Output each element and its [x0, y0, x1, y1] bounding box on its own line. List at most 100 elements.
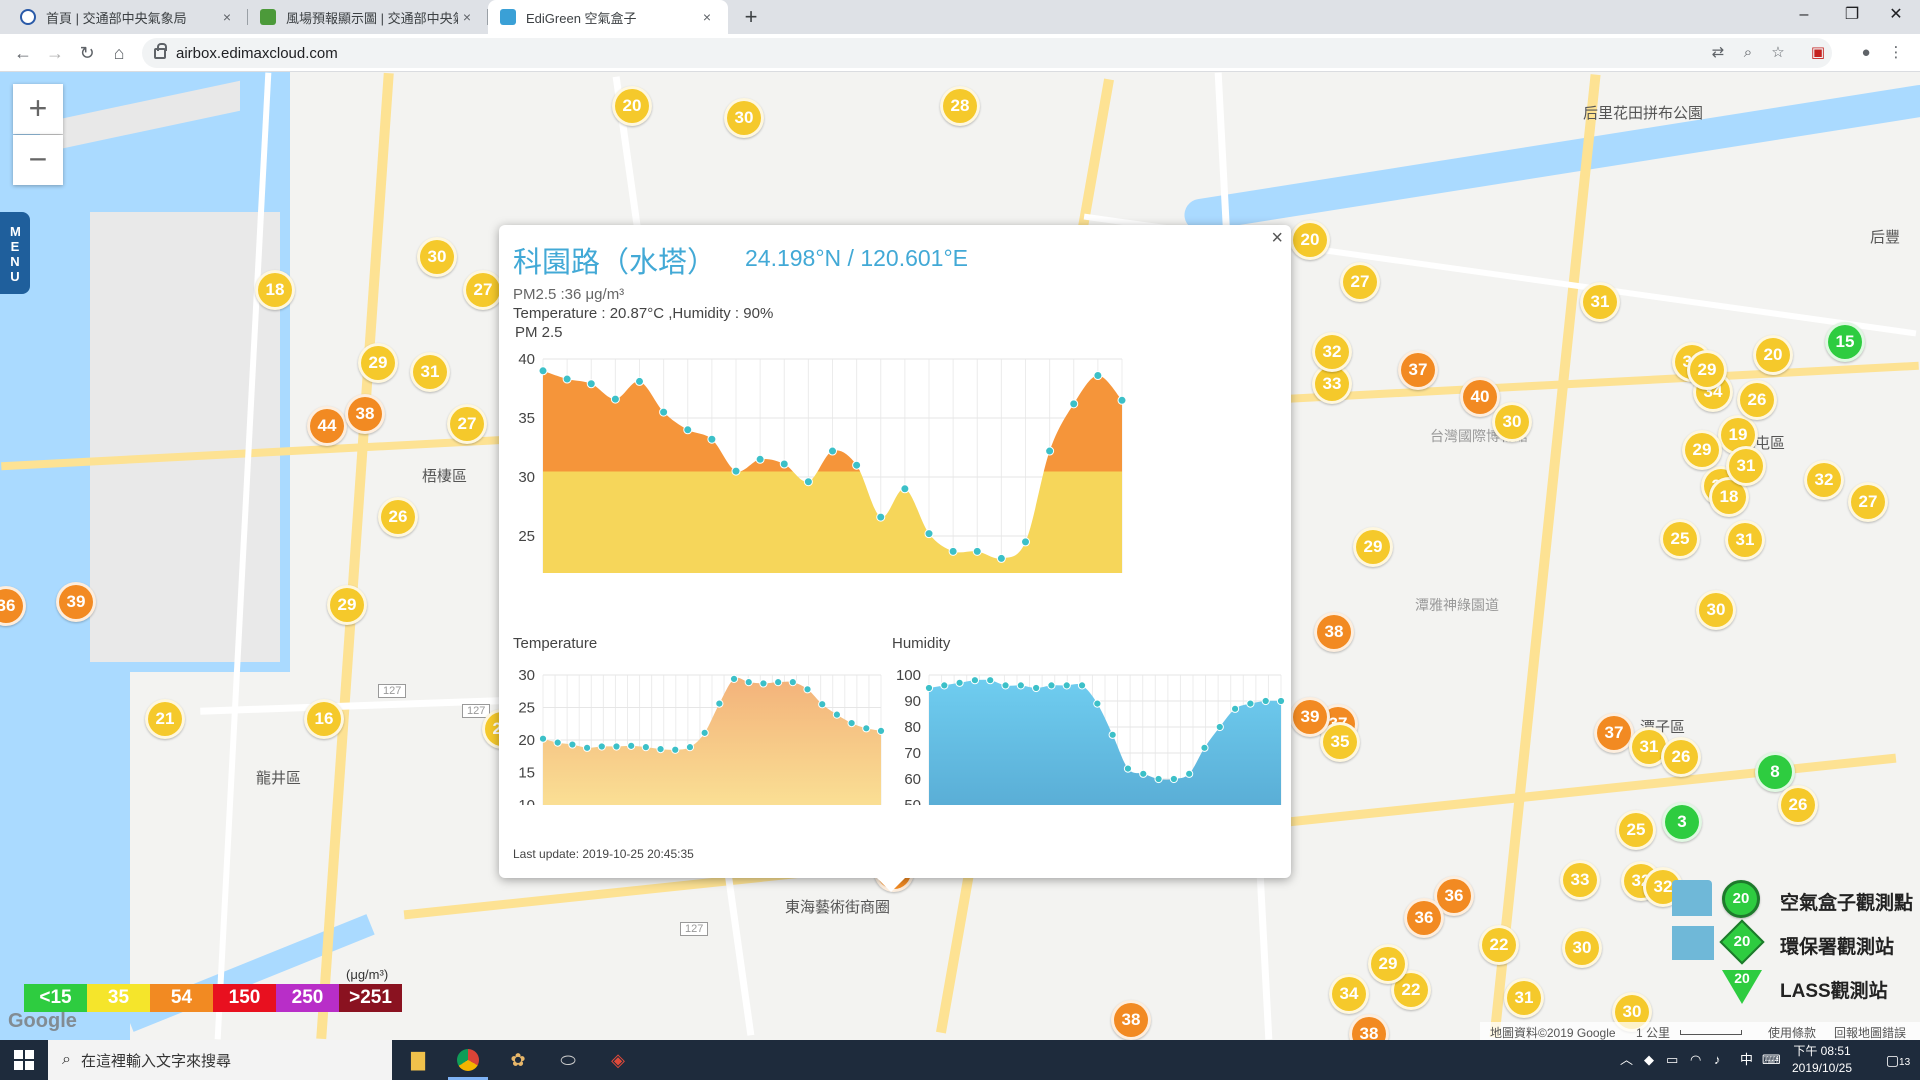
report-link[interactable]: 回報地圖錯誤	[1834, 1024, 1906, 1040]
notification-icon[interactable]: ▢13	[1880, 1040, 1916, 1080]
pm25-station-marker[interactable]: 39	[56, 582, 96, 622]
pm25-station-marker[interactable]: 39	[1290, 697, 1330, 737]
data-point	[818, 700, 827, 709]
pm25-station-marker[interactable]: 37	[1594, 713, 1634, 753]
pm25-station-marker[interactable]: 26	[1778, 785, 1818, 825]
close-window-button[interactable]: ✕	[1872, 0, 1920, 34]
y-tick-label: 70	[904, 745, 921, 762]
terms-link[interactable]: 使用條款	[1768, 1024, 1816, 1040]
pm25-station-marker[interactable]: 26	[378, 497, 418, 537]
pm25-station-marker[interactable]: 20	[612, 86, 652, 126]
pm25-station-marker[interactable]: 31	[1580, 282, 1620, 322]
dajia-river	[1182, 82, 1920, 234]
zoom-in-button[interactable]: +	[13, 84, 63, 134]
pm25-station-marker[interactable]: 25	[1660, 519, 1700, 559]
data-point	[700, 728, 709, 737]
home-button[interactable]: ⌂	[104, 38, 134, 68]
pm25-station-marker[interactable]: 20	[1290, 220, 1330, 260]
close-icon[interactable]: ×	[218, 9, 236, 25]
menu-button[interactable]: MENU	[0, 212, 30, 294]
pm25-station-marker[interactable]: 33	[1560, 860, 1600, 900]
tab-edigreen[interactable]: EdiGreen 空氣盒子 ×	[488, 0, 728, 34]
data-point	[627, 741, 636, 750]
extension-icon[interactable]: ▣	[1806, 41, 1830, 65]
pm25-station-marker[interactable]: 27	[1340, 262, 1380, 302]
pm25-station-marker[interactable]: 15	[1825, 322, 1865, 362]
pm25-station-marker[interactable]: 30	[724, 98, 764, 138]
pm25-station-marker[interactable]: 21	[145, 699, 185, 739]
forward-button[interactable]: →	[40, 38, 70, 68]
pm25-station-marker[interactable]: 30	[1562, 928, 1602, 968]
pm25-station-marker[interactable]: 38	[1314, 612, 1354, 652]
pm25-station-marker[interactable]: 27	[447, 404, 487, 444]
pm25-station-marker[interactable]: 16	[304, 699, 344, 739]
ime-mode-icon[interactable]: ⌨	[1762, 1040, 1781, 1080]
pm25-station-marker[interactable]: 27	[1848, 482, 1888, 522]
translate-icon[interactable]: ⇄	[1706, 41, 1730, 65]
data-point	[996, 553, 1006, 563]
pm25-station-marker[interactable]: 20	[1753, 335, 1793, 375]
close-icon[interactable]: ×	[458, 9, 476, 25]
pm25-station-marker[interactable]: 3	[1662, 802, 1702, 842]
taskbar-search[interactable]: ⌕ 在這裡輸入文字來搜尋	[48, 1040, 392, 1080]
pm25-station-marker[interactable]: 18	[255, 270, 295, 310]
wifi-icon[interactable]: ◠	[1690, 1040, 1701, 1080]
pm25-station-marker[interactable]: 32	[1804, 460, 1844, 500]
road	[316, 72, 394, 1040]
pm25-station-marker[interactable]: 29	[358, 343, 398, 383]
pm25-station-marker[interactable]: 26	[1737, 380, 1777, 420]
taskbar-clock[interactable]: 下午 08:51 2019/10/25	[1782, 1043, 1862, 1077]
pm25-station-marker[interactable]: 31	[1504, 978, 1544, 1018]
map-canvas[interactable]: 梧棲區 龍井區 東海藝術街商圈 潭雅神綠園道 潭子區 后里花田拼布公園 台灣國際…	[0, 72, 1920, 1040]
battery-icon[interactable]: ▭	[1666, 1040, 1678, 1080]
popup-close-button[interactable]: ×	[1271, 227, 1283, 250]
more-icon[interactable]: ⋮	[1884, 41, 1908, 65]
pm25-station-marker[interactable]: 37	[1398, 350, 1438, 390]
back-button[interactable]: ←	[8, 38, 38, 68]
volume-icon[interactable]: ♪	[1714, 1040, 1721, 1080]
pm25-station-marker[interactable]: 29	[1687, 350, 1727, 390]
bookmark-star-icon[interactable]: ☆	[1766, 41, 1790, 65]
dadu-river	[125, 914, 375, 1032]
pm25-station-marker[interactable]: 22	[1479, 925, 1519, 965]
pm25-station-marker[interactable]: 29	[1368, 944, 1408, 984]
pm25-station-marker[interactable]: 34	[1329, 974, 1369, 1014]
close-icon[interactable]: ×	[698, 9, 716, 25]
pm25-station-marker[interactable]: 44	[307, 406, 347, 446]
tab-wind-forecast[interactable]: 風場預報顯示圖 | 交通部中央氣象局 ×	[248, 0, 488, 34]
tab-cwb-home[interactable]: 首頁 | 交通部中央氣象局 ×	[8, 0, 248, 34]
chrome-icon[interactable]	[444, 1042, 492, 1080]
pm25-station-marker[interactable]: 29	[1682, 430, 1722, 470]
app-icon-2[interactable]: ⬭	[544, 1042, 592, 1078]
tray-chevron-icon[interactable]: ︿	[1620, 1040, 1633, 1080]
pm25-station-marker[interactable]: 38	[1111, 1000, 1151, 1040]
pm25-station-marker[interactable]: 31	[410, 352, 450, 392]
app-icon[interactable]: ✿	[494, 1042, 542, 1078]
ime-indicator[interactable]: 中	[1740, 1040, 1753, 1080]
pm25-station-marker[interactable]: 25	[1616, 810, 1656, 850]
pm25-station-marker[interactable]: 29	[327, 585, 367, 625]
pm25-station-marker[interactable]: 27	[463, 270, 503, 310]
pm25-station-marker[interactable]: 28	[940, 86, 980, 126]
windows-start-icon[interactable]	[14, 1050, 34, 1070]
pm25-station-marker[interactable]: 38	[345, 394, 385, 434]
pm25-station-marker[interactable]: 31	[1725, 520, 1765, 560]
pm25-station-marker[interactable]: 32	[1312, 332, 1352, 372]
address-bar[interactable]: airbox.edimaxcloud.com	[142, 38, 1832, 68]
pm25-station-marker[interactable]: 36	[1404, 898, 1444, 938]
zoom-icon[interactable]: ⌕	[1736, 41, 1760, 65]
file-explorer-icon[interactable]: ▇	[394, 1042, 442, 1078]
pm25-station-marker[interactable]: 31	[1726, 446, 1766, 486]
pm25-station-marker[interactable]: 30	[1492, 402, 1532, 442]
app-icon-3[interactable]: ◈	[594, 1042, 642, 1078]
new-tab-button[interactable]: +	[737, 3, 765, 31]
pm25-station-marker[interactable]: 26	[1661, 737, 1701, 777]
zoom-out-button[interactable]: −	[13, 135, 63, 185]
pm25-station-marker[interactable]: 30	[1696, 590, 1736, 630]
reload-button[interactable]: ↻	[72, 38, 102, 68]
pm25-station-marker[interactable]: 30	[417, 237, 457, 277]
tray-security-icon[interactable]: ◆	[1644, 1040, 1654, 1080]
pm25-station-marker[interactable]: 38	[1349, 1014, 1389, 1040]
pm25-station-marker[interactable]: 29	[1353, 527, 1393, 567]
account-icon[interactable]: ●	[1854, 41, 1878, 65]
